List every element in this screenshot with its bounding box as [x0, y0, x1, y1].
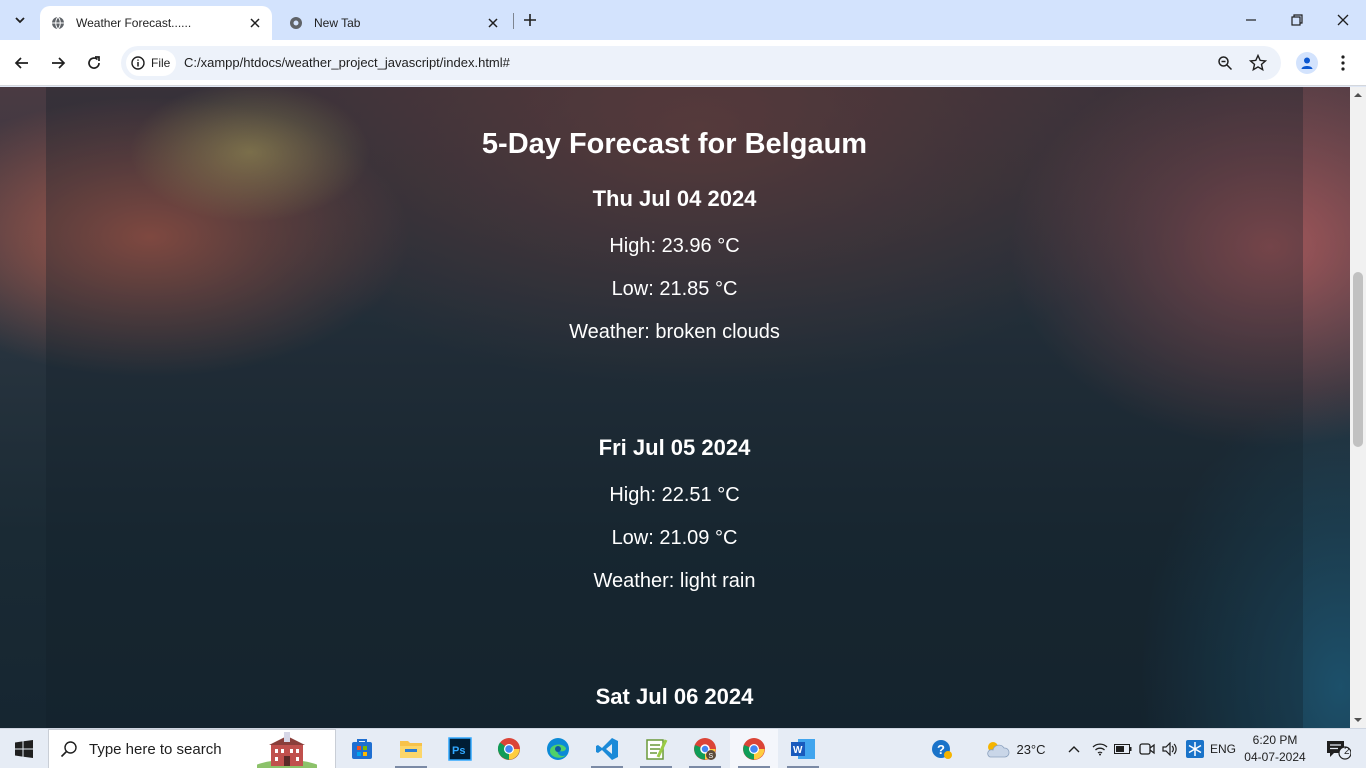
day-high: High: 23.96 °C	[609, 235, 740, 257]
site-chip-label: File	[151, 56, 171, 70]
tab-separator	[513, 13, 514, 29]
tab-weather-forecast[interactable]: Weather Forecast......	[40, 6, 272, 40]
site-info-chip[interactable]: File	[126, 50, 176, 76]
volume-icon[interactable]	[1160, 729, 1180, 768]
taskbar-chrome-profile-icon[interactable]: S	[681, 729, 729, 768]
windows-taskbar: Type here to search Ps S W ? 23°C ENG 6:…	[0, 728, 1366, 768]
restore-icon	[1291, 14, 1303, 26]
close-tab-icon[interactable]	[246, 14, 264, 32]
day-low: Low: 21.85 °C	[611, 278, 738, 300]
svg-text:S: S	[709, 753, 714, 760]
browser-menu-button[interactable]	[1333, 51, 1353, 75]
arrow-left-icon	[14, 57, 28, 69]
browser-toolbar: File C:/xampp/htdocs/weather_project_jav…	[0, 40, 1366, 86]
weather-widget[interactable]: 23°C	[980, 729, 1050, 768]
clock-time: 6:20 PM	[1252, 733, 1298, 747]
day-date: Thu Jul 04 2024	[592, 186, 757, 211]
reload-icon	[88, 56, 100, 69]
taskbar-vscode-icon[interactable]	[583, 729, 631, 768]
day-date: Sat Jul 06 2024	[595, 684, 754, 709]
person-icon	[1301, 57, 1313, 69]
windows-logo-icon	[15, 740, 33, 758]
taskbar-edge-icon[interactable]	[534, 729, 582, 768]
plus-icon	[524, 14, 536, 26]
notification-center-button[interactable]: 2	[1318, 729, 1358, 768]
scroll-thumb[interactable]	[1353, 272, 1363, 447]
day-weather: Weather: light rain	[593, 570, 756, 592]
info-icon	[130, 55, 146, 71]
tab-new-tab[interactable]: New Tab	[278, 6, 510, 40]
taskbar-chrome-icon[interactable]	[485, 729, 533, 768]
help-icon[interactable]: ?	[929, 729, 955, 768]
tab-title: Weather Forecast......	[76, 16, 192, 30]
scroll-up-arrow[interactable]	[1350, 87, 1366, 103]
search-highlight-building-icon	[257, 732, 317, 768]
day-high: High: 22.51 °C	[609, 484, 740, 506]
day-weather: Weather: broken clouds	[569, 321, 780, 343]
url-text[interactable]: C:/xampp/htdocs/weather_project_javascri…	[184, 55, 510, 70]
new-tab-button[interactable]	[519, 9, 541, 31]
svg-text:?: ?	[937, 742, 945, 757]
chrome-icon	[288, 15, 304, 31]
svg-text:W: W	[793, 745, 803, 756]
taskbar-search-box[interactable]: Type here to search	[48, 729, 336, 768]
globe-icon	[50, 15, 66, 31]
meet-now-icon[interactable]	[1137, 729, 1157, 768]
day-date: Fri Jul 05 2024	[598, 435, 751, 460]
forecast-day: Sat Jul 06 2024	[46, 684, 1303, 714]
taskbar-chrome-active-icon[interactable]	[730, 729, 778, 768]
minimize-icon	[1246, 19, 1256, 21]
restore-button[interactable]	[1274, 0, 1320, 40]
triangle-down-icon	[1354, 718, 1362, 722]
bookmark-star-icon[interactable]	[1247, 52, 1269, 74]
search-icon	[49, 740, 89, 758]
close-window-button[interactable]	[1320, 0, 1366, 40]
triangle-up-icon	[1354, 93, 1362, 97]
arrow-right-icon	[52, 57, 66, 69]
page-scrollbar[interactable]	[1350, 87, 1366, 728]
forecast-panel: 5-Day Forecast for Belgaum Thu Jul 04 20…	[46, 87, 1303, 728]
close-tab-icon[interactable]	[484, 14, 502, 32]
weather-temp: 23°C	[1016, 741, 1046, 757]
notification-count: 2	[1344, 746, 1350, 757]
taskbar-clock[interactable]: 6:20 PM 04-07-2024	[1242, 732, 1308, 766]
taskbar-store-icon[interactable]	[338, 729, 386, 768]
back-button[interactable]	[8, 49, 36, 77]
show-hidden-icons-chevron-up-icon[interactable]	[1064, 729, 1084, 768]
minimize-button[interactable]	[1228, 0, 1274, 40]
tab-title: New Tab	[314, 16, 361, 30]
battery-icon[interactable]	[1113, 729, 1133, 768]
taskbar-photoshop-icon[interactable]: Ps	[436, 729, 484, 768]
taskbar-word-icon[interactable]: W	[779, 729, 827, 768]
taskbar-file-explorer-icon[interactable]	[387, 729, 435, 768]
profile-avatar-button[interactable]	[1296, 52, 1318, 74]
tab-search-button[interactable]	[7, 7, 33, 33]
scroll-down-arrow[interactable]	[1350, 712, 1366, 728]
clock-date: 04-07-2024	[1244, 750, 1306, 764]
network-icon[interactable]	[1090, 729, 1110, 768]
address-bar[interactable]: File C:/xampp/htdocs/weather_project_jav…	[121, 46, 1281, 80]
zoom-icon[interactable]	[1214, 52, 1236, 74]
page-viewport: 5-Day Forecast for Belgaum Thu Jul 04 20…	[0, 87, 1350, 728]
taskbar-notepad-plus-icon[interactable]	[632, 729, 680, 768]
start-button[interactable]	[0, 729, 48, 768]
reload-button[interactable]	[80, 49, 108, 77]
language-indicator[interactable]: ENG	[1208, 729, 1238, 768]
forecast-day: Thu Jul 04 2024 High: 23.96 °C Low: 21.8…	[46, 186, 1303, 344]
forward-button[interactable]	[44, 49, 72, 77]
tab-strip: Weather Forecast...... New Tab	[0, 0, 1366, 40]
svg-text:Ps: Ps	[452, 745, 465, 757]
snowflake-app-icon[interactable]	[1184, 729, 1206, 768]
forecast-day: Fri Jul 05 2024 High: 22.51 °C Low: 21.0…	[46, 435, 1303, 593]
more-vert-icon	[1341, 55, 1345, 71]
search-placeholder: Type here to search	[89, 740, 222, 758]
chevron-down-icon	[15, 17, 25, 24]
close-icon	[1337, 14, 1349, 26]
cloudy-weather-icon	[987, 742, 1010, 758]
day-low: Low: 21.09 °C	[611, 527, 738, 549]
forecast-heading: 5-Day Forecast for Belgaum	[481, 128, 868, 160]
